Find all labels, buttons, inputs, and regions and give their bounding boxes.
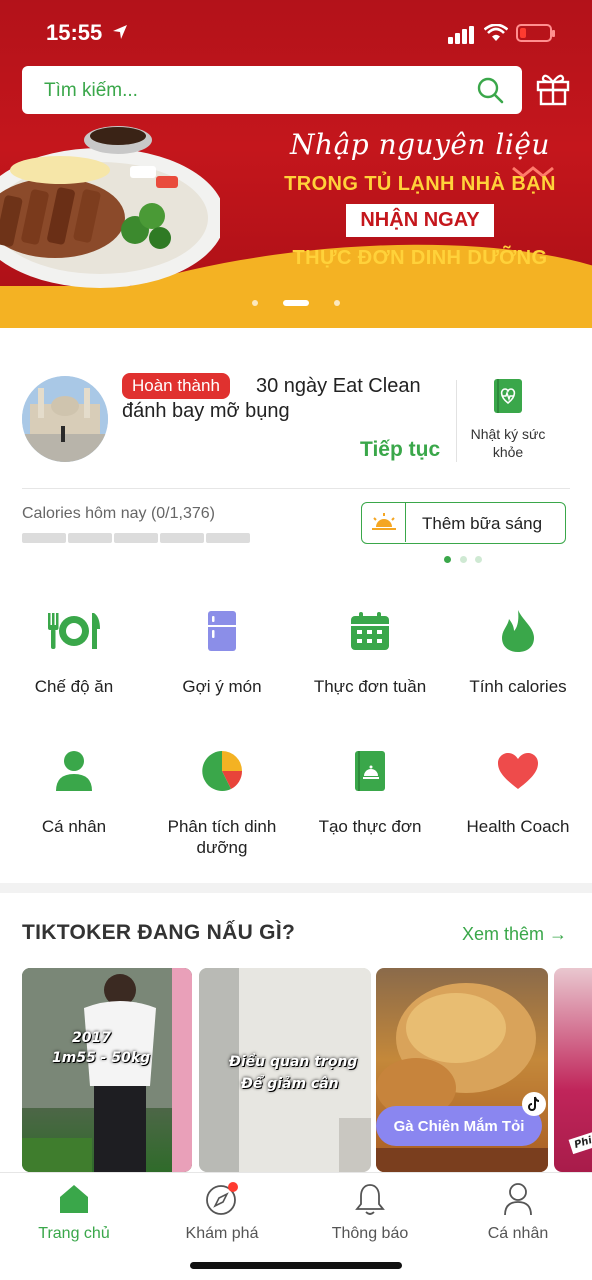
banner-dot-3[interactable] (334, 300, 340, 306)
feature-label: Thực đơn tuần (313, 677, 427, 696)
pie-chart-icon (202, 751, 243, 791)
plate-cutlery-icon (48, 613, 100, 649)
search-bar[interactable]: Tìm kiếm... (22, 66, 522, 114)
menu-book-icon (355, 751, 385, 791)
feature-create-menu[interactable]: Tạo thực đơn (296, 746, 444, 837)
home-indicator (190, 1262, 402, 1269)
cellular-signal-icon (448, 26, 474, 44)
banner-dot-2[interactable] (283, 300, 309, 306)
video-caption-2b: Để giảm cân (241, 1076, 339, 1092)
tiktok-logo-icon (522, 1092, 546, 1116)
video-title-pill: Gà Chiên Mắm Tỏi (376, 1106, 542, 1146)
nav-notifications[interactable]: Thông báo (296, 1179, 444, 1243)
add-breakfast-label: Thêm bữa sáng (422, 514, 543, 533)
nav-explore[interactable]: Khám phá (148, 1179, 296, 1243)
page-dot-1[interactable] (444, 556, 451, 563)
video-card-3[interactable]: Gà Chiên Mắm Tỏi (376, 968, 548, 1172)
promo-banner[interactable]: Nhập nguyên liệu TRONG TỦ LẠNH NHÀ BẠN N… (0, 0, 592, 328)
banner-line-4: THỰC ĐƠN DINH DƯỠNG (292, 247, 548, 269)
home-icon (60, 1185, 88, 1213)
fridge-icon (208, 611, 236, 651)
video-card-1[interactable]: 2017 1m55 - 50kg (22, 968, 192, 1172)
section-separator (0, 883, 592, 893)
video-card-4[interactable]: Phi L (554, 968, 592, 1172)
continue-button[interactable]: Tiếp tục (360, 438, 440, 462)
feature-label: Phân tích dinh dưỡng (167, 817, 277, 857)
nav-label: Cá nhân (487, 1225, 549, 1242)
feature-label: Health Coach (466, 817, 570, 836)
banner-line-2: TRONG TỦ LẠNH NHÀ BẠN (284, 173, 556, 195)
calories-progress-bar (22, 533, 250, 543)
banner-pagination (250, 298, 350, 308)
banner-dot-1[interactable] (252, 300, 258, 306)
add-breakfast-button[interactable]: Thêm bữa sáng (361, 502, 566, 544)
feature-health-coach[interactable]: Health Coach (444, 746, 592, 837)
calendar-icon (351, 612, 389, 650)
feature-nutrition-analysis[interactable]: Phân tích dinh dưỡng (148, 746, 296, 858)
health-diary-button[interactable]: Nhật ký sức khỏe (466, 378, 550, 461)
health-diary-label: Nhật ký sức khỏe (470, 426, 546, 460)
status-badge: Hoàn thành (122, 373, 230, 399)
heart-icon (498, 753, 538, 789)
user-icon (504, 1183, 532, 1216)
search-icon[interactable] (476, 76, 504, 104)
status-time: 15:55 (46, 20, 103, 45)
location-arrow-icon (113, 25, 127, 39)
page-dot-3[interactable] (475, 556, 482, 563)
sunrise-icon-box (362, 503, 406, 542)
feature-label: Chế độ ăn (34, 677, 114, 696)
health-book-icon (494, 379, 522, 413)
divider (456, 380, 457, 462)
sunrise-icon (372, 513, 396, 530)
nav-label: Trang chủ (38, 1225, 110, 1242)
feature-label: Cá nhân (41, 817, 107, 836)
person-icon (56, 751, 92, 791)
feature-personal[interactable]: Cá nhân (0, 746, 148, 837)
feature-label: Tính calories (469, 677, 567, 696)
tiktok-section-title: TIKTOKER ĐANG NẤU GÌ? (22, 921, 296, 944)
feature-label: Gợi ý món (182, 677, 262, 696)
compass-icon (206, 1182, 238, 1215)
divider (22, 488, 570, 489)
gift-icon[interactable] (536, 70, 570, 106)
battery-icon (516, 24, 555, 42)
banner-headline: Nhập nguyên liệu TRONG TỦ LẠNH NHÀ BẠN N… (280, 128, 560, 270)
feature-diet[interactable]: Chế độ ăn (0, 606, 148, 697)
nav-profile[interactable]: Cá nhân (444, 1179, 592, 1243)
nav-label: Thông báo (331, 1225, 409, 1242)
feature-suggest-dish[interactable]: Gợi ý món (148, 606, 296, 697)
feature-weekly-menu[interactable]: Thực đơn tuần (296, 606, 444, 697)
feature-calorie-calc[interactable]: Tính calories (444, 606, 592, 697)
video-caption-1b: 1m55 - 50kg (52, 1050, 151, 1066)
page-dot-2[interactable] (460, 556, 467, 563)
video-thumbnail-person (22, 968, 192, 1172)
calories-label: Calories hôm nay (0/1,376) (22, 505, 215, 522)
status-bar: 15:55 (0, 0, 592, 60)
banner-line-1: Nhập nguyên liệu (290, 128, 550, 161)
wifi-icon (484, 24, 508, 41)
video-card-2[interactable]: Điều quan trọng Để giảm cân (199, 968, 371, 1172)
banner-line-3: NHẬN NGAY (346, 204, 494, 237)
program-avatar[interactable] (22, 376, 108, 462)
flame-icon (502, 610, 534, 652)
bell-icon (355, 1184, 385, 1215)
see-more-link[interactable]: Xem thêm → (462, 924, 567, 945)
video-thumbnail-room (199, 968, 371, 1172)
search-input[interactable]: Tìm kiếm... (44, 80, 138, 102)
video-caption-2a: Điều quan trọng (229, 1054, 358, 1070)
nav-label: Khám phá (185, 1225, 259, 1242)
food-plate-image (0, 126, 220, 288)
feature-label: Tạo thực đơn (318, 817, 422, 836)
video-caption-4: Phi L (568, 1128, 592, 1155)
video-caption-1a: 2017 (72, 1030, 111, 1046)
nav-home[interactable]: Trang chủ (0, 1179, 148, 1243)
